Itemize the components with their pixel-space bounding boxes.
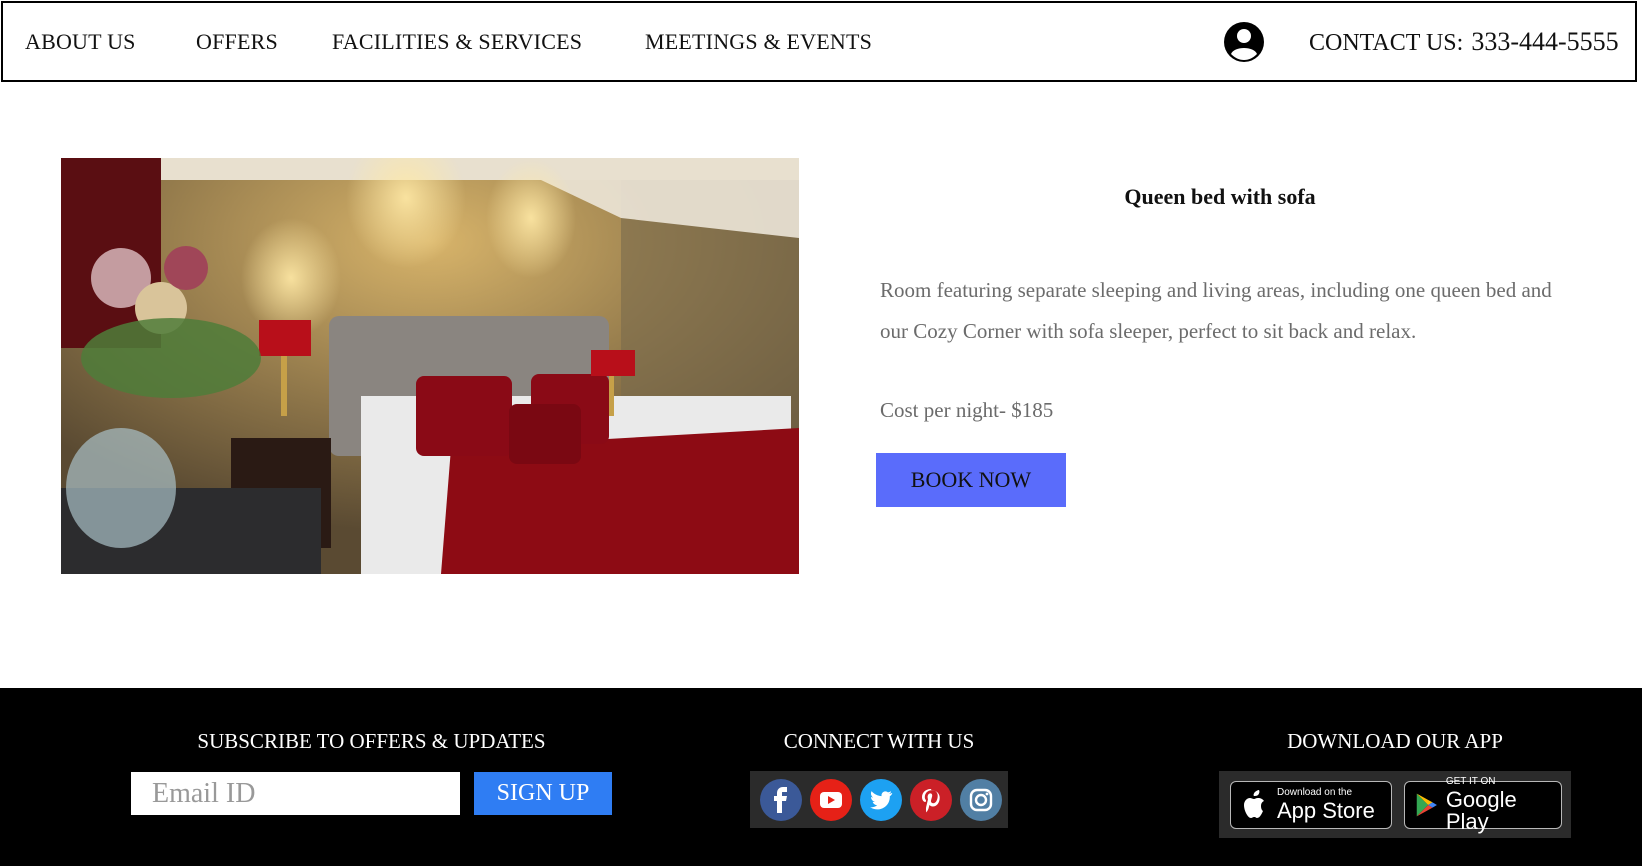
nav-meetings-events[interactable]: MEETINGS & EVENTS [645, 29, 872, 55]
room-photo [61, 158, 799, 574]
app-heading: DOWNLOAD OUR APP [1287, 729, 1503, 753]
contact-info: CONTACT US: 333-444-5555 [1309, 27, 1619, 57]
room-cost: Cost per night- $185 [880, 398, 1054, 422]
contact-phone[interactable]: 333-444-5555 [1471, 27, 1618, 56]
app-store-small-text: Download on the [1277, 786, 1353, 798]
connect-heading: CONNECT WITH US [783, 729, 975, 753]
room-title: Queen bed with sofa [1124, 184, 1316, 209]
app-store-label: App Store [1277, 797, 1375, 823]
twitter-icon[interactable] [860, 778, 902, 821]
nav-offers[interactable]: OFFERS [196, 29, 278, 55]
contact-label: CONTACT US: [1309, 30, 1464, 56]
pinterest-icon[interactable] [910, 778, 952, 821]
youtube-icon[interactable] [810, 778, 852, 821]
social-links [750, 771, 1008, 828]
instagram-icon[interactable] [960, 778, 1002, 821]
user-circle-icon[interactable] [1223, 21, 1265, 63]
email-input[interactable]: Email ID [131, 772, 460, 815]
sign-up-button[interactable]: SIGN UP [474, 772, 612, 815]
google-play-small-text: GET IT ON [1445, 775, 1496, 787]
subscribe-heading: SUBSCRIBE TO OFFERS & UPDATES [197, 729, 546, 753]
footer: SUBSCRIBE TO OFFERS & UPDATES Email ID S… [0, 688, 1642, 866]
app-store-badge[interactable]: Download on the App Store [1230, 780, 1392, 829]
nav-facilities-services[interactable]: FACILITIES & SERVICES [332, 29, 582, 55]
nav-about-us[interactable]: ABOUT US [25, 29, 136, 55]
app-download-links: Download on the App Store GET IT ON Goog… [1219, 771, 1571, 838]
book-now-button[interactable]: BOOK NOW [876, 453, 1066, 507]
apple-icon [1244, 789, 1264, 818]
top-navigation-bar: ABOUT US OFFERS FACILITIES & SERVICES ME… [1, 1, 1637, 82]
google-play-label: Google Play [1445, 786, 1517, 834]
room-description: Room featuring separate sleeping and liv… [880, 278, 1552, 343]
google-play-icon [1416, 793, 1437, 816]
facebook-icon[interactable] [760, 778, 802, 821]
google-play-badge[interactable]: GET IT ON Google Play [1404, 776, 1562, 832]
